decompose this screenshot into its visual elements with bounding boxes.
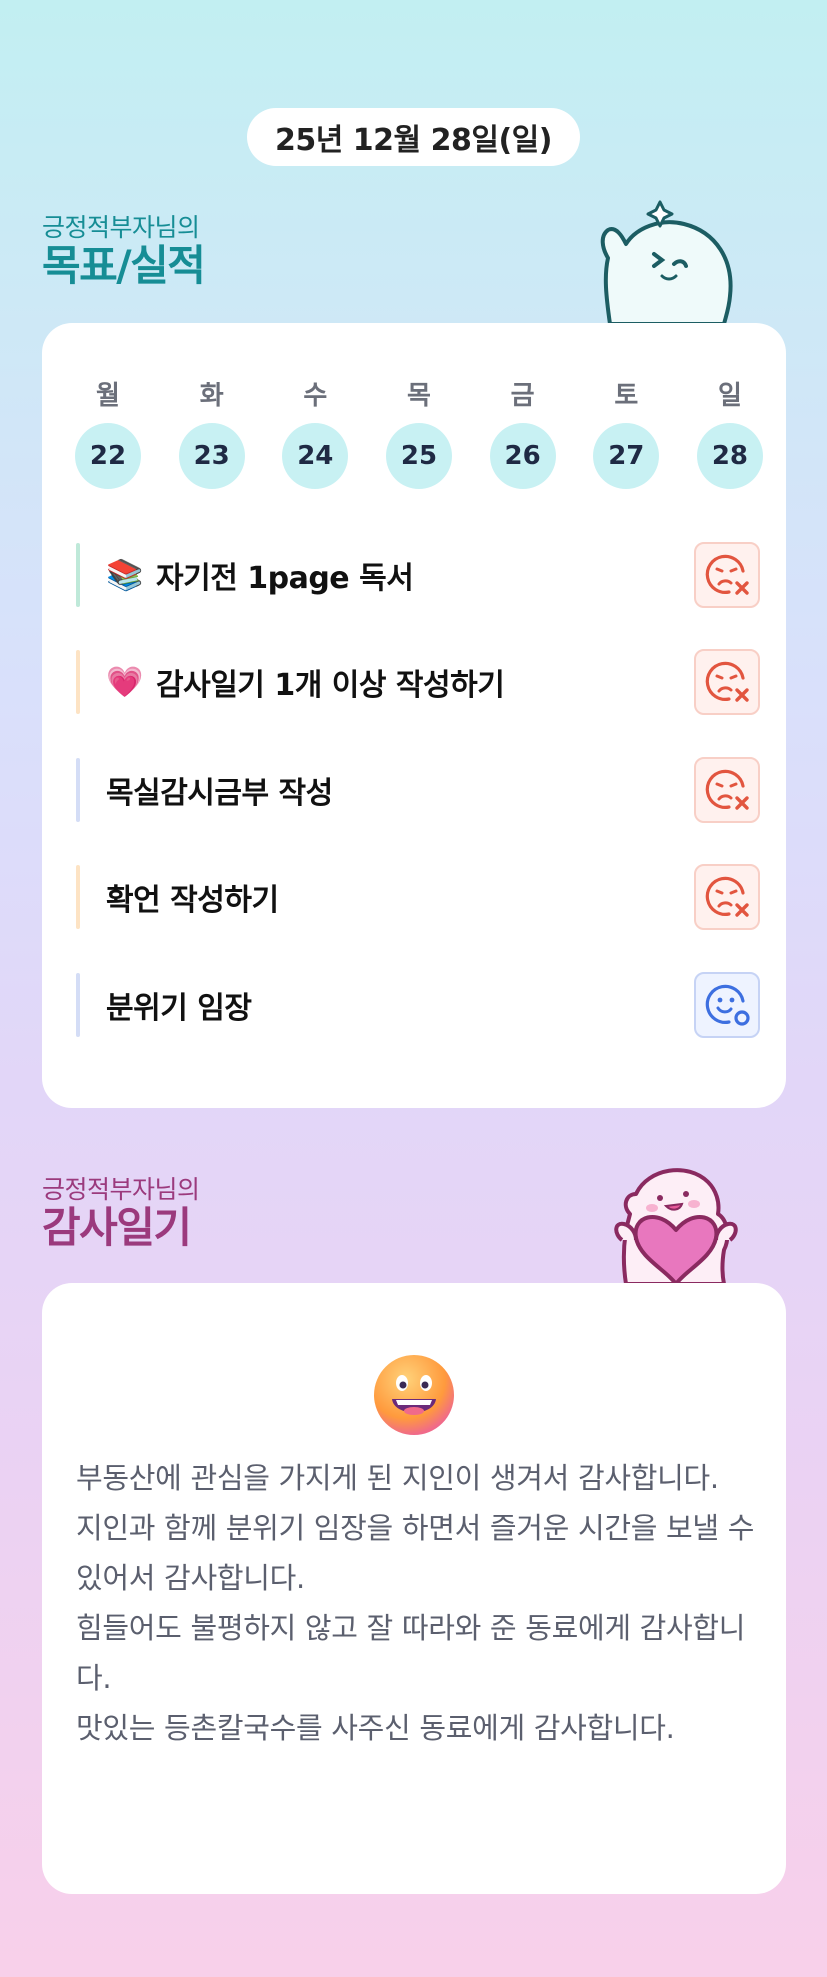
smile-face-success-icon [705, 984, 750, 1026]
diary-line: 부동산에 관심을 가지게 된 지인이 생겨서 감사합니다. [76, 1461, 719, 1495]
day-label: 토 [614, 381, 639, 411]
goal-color-bar [76, 758, 80, 822]
day-number: 25 [385, 423, 452, 489]
goal-section-subtitle: 긍정적부자님의 [42, 213, 200, 242]
sad-face-fail-icon [705, 876, 749, 917]
goal-fail-status-button[interactable] [694, 542, 760, 608]
day-number: 24 [282, 423, 349, 489]
grinning-face-icon [374, 1355, 454, 1435]
day-label: 화 [199, 381, 224, 411]
goal-card: 월 22 화 23 수 24 목 25 금 26 토 27 일 28 📚 자기전… [42, 323, 786, 1108]
waving-mascot-icon [600, 200, 733, 324]
thanks-section-subtitle: 긍정적부자님의 [42, 1175, 200, 1204]
goal-row[interactable]: 목실감시금부 작성 [76, 757, 760, 823]
diary-line: 맛있는 등촌칼국수를 사주신 동료에게 감사합니다. [76, 1711, 675, 1745]
goal-color-bar [76, 543, 80, 607]
day-number: 27 [593, 423, 660, 489]
goal-text: 분위기 임장 [106, 991, 252, 1026]
goal-row[interactable]: 💗 감사일기 1개 이상 작성하기 [76, 649, 760, 715]
day-label: 수 [303, 381, 328, 411]
goal-color-bar [76, 973, 80, 1037]
goal-section-header: 긍정적부자님의 목표/실적 [42, 208, 206, 290]
day-fri[interactable]: 금 26 [489, 375, 557, 489]
day-number: 22 [75, 423, 141, 489]
goal-row[interactable]: 📚 자기전 1page 독서 [76, 542, 760, 608]
sad-face-fail-icon [705, 769, 749, 810]
goal-row[interactable]: 확언 작성하기 [76, 864, 760, 930]
goal-fail-status-button[interactable] [694, 864, 760, 930]
sad-face-fail-icon [705, 554, 749, 595]
date-pill: 25년 12월 28일(일) [247, 108, 580, 166]
day-sat[interactable]: 토 27 [592, 375, 660, 489]
day-label: 일 [717, 381, 742, 411]
day-label: 목 [407, 381, 431, 411]
day-mon[interactable]: 월 22 [74, 375, 142, 489]
thanks-section-title: 감사일기 [42, 1203, 192, 1252]
heart-icon: 💗 [106, 664, 144, 700]
goal-fail-status-button[interactable] [694, 757, 760, 823]
goal-text: 확언 작성하기 [106, 883, 279, 918]
date-text: 25년 12월 28일(일) [275, 123, 552, 158]
thanks-section-header: 긍정적부자님의 감사일기 [42, 1170, 200, 1250]
day-tue[interactable]: 화 23 [178, 375, 246, 489]
diary-line: 지인과 함께 분위기 임장을 하면서 즐거운 시간을 보낼 수 있어서 감사합니… [76, 1511, 755, 1595]
goal-text: 감사일기 1개 이상 작성하기 [156, 668, 505, 703]
books-icon: 📚 [106, 557, 144, 593]
goal-color-bar [76, 865, 80, 929]
goal-color-bar [76, 650, 80, 714]
heart-mascot-icon [614, 1168, 738, 1284]
day-label: 월 [96, 381, 120, 411]
day-number: 26 [489, 423, 556, 489]
day-number: 23 [178, 423, 245, 489]
day-number: 28 [696, 423, 763, 489]
diary-line: 힘들어도 불평하지 않고 잘 따라와 준 동료에게 감사합니다. [76, 1611, 746, 1695]
goal-fail-status-button[interactable] [694, 649, 760, 715]
goal-text: 목실감시금부 작성 [106, 776, 333, 811]
sad-face-fail-icon [705, 661, 749, 702]
gratitude-diary-card: 부동산에 관심을 가지게 된 지인이 생겨서 감사합니다. 지인과 함께 분위기… [42, 1283, 786, 1894]
day-wed[interactable]: 수 24 [281, 375, 349, 489]
goal-text: 자기전 1page 독서 [156, 561, 414, 596]
goal-section-title: 목표/실적 [42, 241, 206, 290]
day-label: 금 [510, 381, 535, 411]
goal-success-status-button[interactable] [694, 972, 760, 1038]
goal-row[interactable]: 분위기 임장 [76, 972, 760, 1038]
diary-text: 부동산에 관심을 가지게 된 지인이 생겨서 감사합니다. 지인과 함께 분위기… [76, 1453, 766, 1753]
week-strip: 월 22 화 23 수 24 목 25 금 26 토 27 일 28 [74, 375, 764, 489]
day-sun[interactable]: 일 28 [696, 375, 764, 489]
day-thu[interactable]: 목 25 [385, 375, 453, 489]
